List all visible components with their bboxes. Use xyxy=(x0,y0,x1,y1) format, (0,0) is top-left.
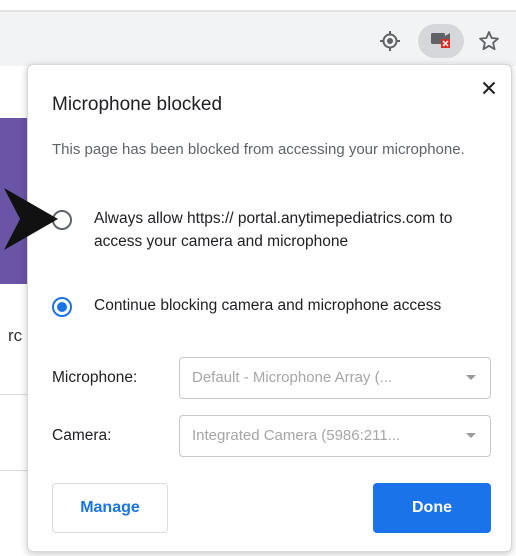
continue-blocking-label[interactable]: Continue blocking camera and microphone … xyxy=(94,294,454,317)
done-button[interactable]: Done xyxy=(373,483,491,533)
permission-popup: Microphone blocked This page has been bl… xyxy=(27,64,512,552)
camera-blocked-button[interactable] xyxy=(418,24,464,58)
page-divider xyxy=(0,394,28,395)
microphone-select[interactable]: Default - Microphone Array (... xyxy=(179,357,491,399)
camera-blocked-icon xyxy=(430,30,452,53)
bookmark-star-icon[interactable] xyxy=(474,26,504,56)
page-divider xyxy=(0,470,28,471)
page-text-fragment: rc xyxy=(8,326,23,345)
popup-description: This page has been blocked from accessin… xyxy=(52,141,465,158)
location-target-icon[interactable] xyxy=(375,26,405,56)
microphone-select-value: Default - Microphone Array (... xyxy=(192,369,393,386)
always-allow-label[interactable]: Always allow https:// portal.anytimepedi… xyxy=(94,207,454,253)
chevron-down-icon xyxy=(466,375,476,380)
pointer-arrow-icon xyxy=(4,188,58,250)
microphone-label: Microphone: xyxy=(52,369,138,386)
close-button[interactable] xyxy=(478,79,500,101)
chevron-down-icon xyxy=(466,433,476,438)
screen: rc Microphone blocked This page has been… xyxy=(0,0,516,556)
camera-label: Camera: xyxy=(52,427,112,444)
option-continue-blocking[interactable]: Continue blocking camera and microphone … xyxy=(52,294,454,317)
browser-top-strip xyxy=(0,0,516,12)
camera-select-value: Integrated Camera (5986:211... xyxy=(192,427,401,444)
continue-blocking-radio[interactable] xyxy=(52,297,72,317)
manage-button[interactable]: Manage xyxy=(52,483,168,533)
close-icon xyxy=(482,81,496,100)
option-always-allow[interactable]: Always allow https:// portal.anytimepedi… xyxy=(52,207,454,253)
popup-title: Microphone blocked xyxy=(52,94,223,115)
camera-select[interactable]: Integrated Camera (5986:211... xyxy=(179,415,491,457)
